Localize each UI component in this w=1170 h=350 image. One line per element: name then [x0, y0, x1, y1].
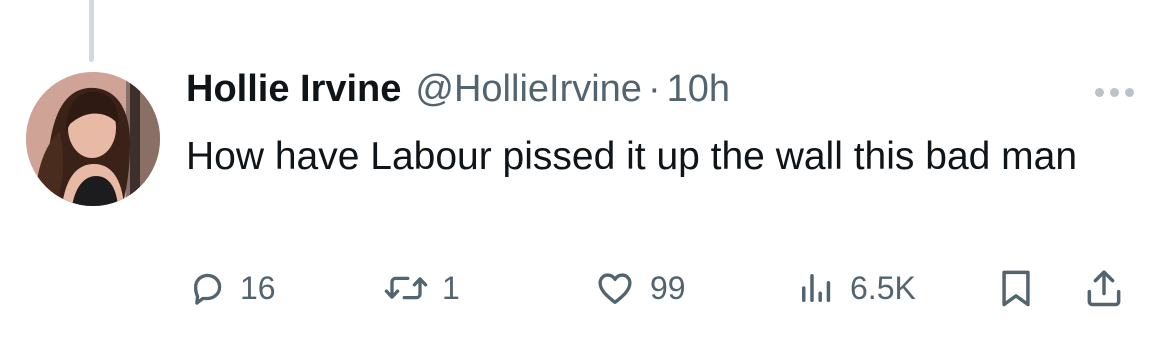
share-button[interactable] [1082, 262, 1126, 314]
views-count: 6.5K [850, 269, 916, 306]
reply-icon [186, 267, 228, 309]
avatar[interactable] [26, 72, 160, 206]
repost-button[interactable]: 1 [382, 262, 460, 314]
reply-count: 16 [240, 269, 276, 306]
heart-icon [592, 267, 638, 309]
tweet[interactable]: Hollie Irvine @HollieIrvine · 10h How ha… [0, 0, 1170, 350]
tweet-header: Hollie Irvine @HollieIrvine · 10h [186, 68, 730, 120]
views-icon [794, 267, 838, 309]
separator-dot: · [647, 68, 661, 110]
like-button[interactable]: 99 [592, 262, 686, 314]
thread-line [89, 0, 94, 62]
repost-count: 1 [442, 269, 460, 306]
views-button[interactable]: 6.5K [794, 262, 916, 314]
more-dot [1094, 87, 1104, 97]
action-bar: 16 1 99 6.5K [186, 262, 1146, 314]
like-count: 99 [650, 269, 686, 306]
more-dot [1109, 87, 1119, 97]
bookmark-button[interactable] [994, 262, 1038, 314]
user-handle[interactable]: @HollieIrvine [415, 68, 642, 111]
reply-button[interactable]: 16 [186, 262, 276, 314]
timestamp[interactable]: 10h [667, 68, 730, 111]
more-icon[interactable] [1086, 80, 1142, 104]
bookmark-icon [994, 266, 1038, 310]
share-icon [1082, 266, 1126, 310]
more-dot [1124, 87, 1134, 97]
display-name[interactable]: Hollie Irvine [186, 68, 401, 111]
tweet-text: How have Labour pissed it up the wall th… [186, 135, 1078, 178]
repost-icon [382, 267, 430, 309]
